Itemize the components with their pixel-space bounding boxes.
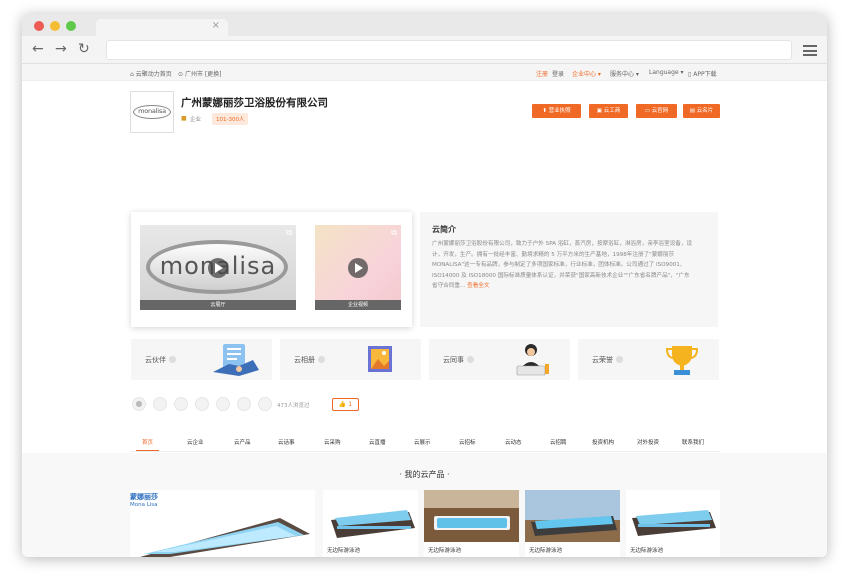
- product-caption: 无边际游泳池: [327, 548, 361, 554]
- brand-name: 蒙娜丽莎: [130, 493, 158, 501]
- forward-arrow-icon[interactable]: →: [55, 40, 67, 58]
- avatar: [237, 397, 251, 411]
- top-navigation: ⌂ 云聚动力首页 ⊙ 广州市 [更换] 注册 登录 企业中心 ▾ 服务中心 ▾ …: [22, 64, 827, 81]
- product-image: [525, 490, 620, 542]
- handshake-icon: [213, 344, 259, 376]
- products-section-title: · 我的云产品 ·: [399, 470, 450, 479]
- tab-news[interactable]: 云动态: [505, 438, 522, 446]
- product-caption: 无边际游泳池: [428, 548, 462, 554]
- product-card[interactable]: 无边际游泳池: [323, 490, 418, 557]
- avatar: [258, 397, 272, 411]
- hamburger-menu-icon[interactable]: [803, 45, 817, 56]
- card-colleagues[interactable]: 云同事: [429, 339, 570, 380]
- register-link[interactable]: 注册: [536, 69, 548, 78]
- card-partners[interactable]: 云伙伴: [131, 339, 272, 380]
- main-menu: 首页 云企业 云产品 云话事 云采购 云直播 云展示 云招标 云动态 云招聘 投…: [130, 434, 720, 452]
- product-caption: 无边际游泳池: [529, 548, 563, 554]
- expand-icon[interactable]: ⧉: [286, 228, 292, 238]
- product-image: [424, 490, 519, 542]
- business-card-button[interactable]: ▤ 云名片: [683, 104, 720, 118]
- tab-investments[interactable]: 对外投资: [637, 438, 659, 446]
- tab-jobs[interactable]: 云招聘: [550, 438, 567, 446]
- home-link[interactable]: ⌂ 云聚动力首页: [130, 69, 172, 78]
- tab-home[interactable]: 首页: [136, 438, 160, 451]
- back-arrow-icon[interactable]: ←: [32, 40, 44, 58]
- visit-count: 473人浏览过: [277, 403, 310, 409]
- company-intro: 云简介 广州蒙娜丽莎卫浴股份有限公司，致力于户外 SPA 浴缸，蒸汽房，按摩浴缸…: [420, 212, 718, 327]
- product-caption: 无边际游泳池: [630, 548, 664, 554]
- tab-showcase[interactable]: 云展示: [414, 438, 431, 446]
- minimize-window-button[interactable]: [50, 21, 60, 31]
- showroom-label: 云展厅: [140, 300, 296, 310]
- avatar: [195, 397, 209, 411]
- read-more-link[interactable]: 查看全文: [467, 283, 489, 289]
- reload-icon[interactable]: ↻: [78, 40, 90, 58]
- product-card[interactable]: 无边际游泳池: [525, 490, 620, 557]
- tab-contact[interactable]: 联系我们: [682, 438, 704, 446]
- website-button[interactable]: ▭ 云官网: [636, 104, 677, 118]
- employee-size-tag: 101-300人: [212, 113, 249, 125]
- colleague-icon: [516, 344, 549, 376]
- tab-investors[interactable]: 投资机构: [592, 438, 614, 446]
- company-logo: monalisa: [130, 91, 174, 133]
- tab-live[interactable]: 云直播: [369, 438, 386, 446]
- browser-tabbar: ×: [22, 14, 827, 36]
- browser-toolbar: ← → ↻: [22, 36, 827, 64]
- video-label: 企业视频: [315, 300, 401, 310]
- tab-products[interactable]: 云产品: [234, 438, 251, 446]
- like-button[interactable]: 👍 1: [332, 398, 359, 411]
- location-link[interactable]: ⊙ 广州市 [更换]: [178, 69, 222, 78]
- product-card[interactable]: 无边际游泳池: [424, 490, 519, 557]
- intro-title: 云简介: [432, 225, 456, 234]
- app-download-link[interactable]: ▯ APP下载: [688, 69, 717, 78]
- video-expand-icon[interactable]: ⧉: [391, 228, 397, 238]
- play-icon[interactable]: [208, 258, 228, 278]
- close-tab-icon[interactable]: ×: [212, 20, 220, 31]
- showroom-thumbnail[interactable]: monalisa ⧉ 云展厅: [140, 225, 296, 310]
- browser-tab[interactable]: ×: [96, 19, 228, 36]
- product-card[interactable]: 无边际游泳池: [626, 490, 720, 557]
- service-center-link[interactable]: 服务中心 ▾: [610, 69, 639, 78]
- intro-text: 广州蒙娜丽莎卫浴股份有限公司，致力于户外 SPA 浴缸，蒸汽房，按摩浴缸，淋浴房…: [432, 241, 693, 289]
- product-image: [140, 518, 310, 557]
- company-name: 广州蒙娜丽莎卫浴股份有限公司: [181, 97, 328, 109]
- video-thumbnail[interactable]: ⧉ 企业视频: [315, 225, 401, 310]
- product-image: [331, 510, 415, 538]
- tab-bidding[interactable]: 云招标: [459, 438, 476, 446]
- maximize-window-button[interactable]: [66, 21, 76, 31]
- avatar: [153, 397, 167, 411]
- thumb-up-icon: 👍: [338, 401, 347, 408]
- card-album[interactable]: 云相册: [280, 339, 421, 380]
- enterprise-center-link[interactable]: 企业中心 ▾: [572, 69, 601, 78]
- card-honors[interactable]: 云荣誉: [578, 339, 719, 380]
- product-image: [632, 510, 716, 536]
- tab-enterprise[interactable]: 云企业: [187, 438, 204, 446]
- login-link[interactable]: 登录: [552, 69, 564, 78]
- media-panel: monalisa ⧉ 云展厅 ⧉ 企业视频: [131, 212, 412, 327]
- avatar: [216, 397, 230, 411]
- close-window-button[interactable]: [34, 21, 44, 31]
- user-avatar-icon: ●: [132, 397, 146, 411]
- trophy-icon: [665, 346, 699, 375]
- enterprise-tag-icon: ■: [181, 115, 187, 122]
- license-button[interactable]: ⬆ 营业执照: [532, 104, 581, 118]
- language-link[interactable]: Language ▾: [649, 69, 684, 76]
- company-header: monalisa 广州蒙娜丽莎卫浴股份有限公司 ■ 企业 101-300人 ⬆ …: [130, 91, 720, 136]
- browser-window: × ← → ↻ ⌂ 云聚动力首页 ⊙ 广州市 [更换] 注册 登录 企业中心 ▾…: [22, 14, 827, 557]
- video-play-icon[interactable]: [348, 258, 368, 278]
- tab-purchase[interactable]: 云采购: [324, 438, 341, 446]
- avatar: [174, 397, 188, 411]
- product-card-featured[interactable]: 蒙娜丽莎 Mona Lisa: [130, 490, 315, 557]
- web-page: ⌂ 云聚动力首页 ⊙ 广州市 [更换] 注册 登录 企业中心 ▾ 服务中心 ▾ …: [22, 64, 827, 557]
- cloud-shop-button[interactable]: ▣ 云工商: [589, 104, 628, 118]
- album-icon: [368, 346, 392, 372]
- tab-talk[interactable]: 云话事: [278, 438, 295, 446]
- enterprise-type-tag: 企业: [190, 117, 202, 123]
- address-bar[interactable]: [106, 40, 792, 60]
